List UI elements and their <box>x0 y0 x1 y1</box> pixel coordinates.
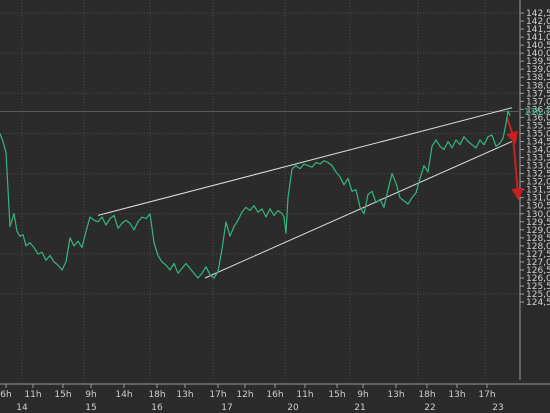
chart-background <box>0 0 550 413</box>
x-day-label: 15 <box>85 403 96 413</box>
x-tick-label: 11h <box>24 390 41 400</box>
x-tick-label: 9h <box>357 390 368 400</box>
x-tick-label: 17h <box>209 390 226 400</box>
x-day-label: 17 <box>221 403 232 413</box>
x-day-label: 16 <box>151 403 163 413</box>
x-tick-label: 6h <box>0 390 11 400</box>
last-value-label: 136,37 <box>524 107 550 117</box>
x-tick-label: 9h <box>85 390 96 400</box>
x-tick-label: 18h <box>148 390 165 400</box>
x-tick-label: 15h <box>54 390 71 400</box>
x-tick-label: 15h <box>328 390 345 400</box>
x-tick-label: 12h <box>236 390 253 400</box>
x-tick-label: 14h <box>115 390 132 400</box>
x-tick-label: 13h <box>176 390 193 400</box>
x-day-label: 22 <box>424 403 435 413</box>
x-day-label: 14 <box>16 403 28 413</box>
x-tick-label: 13h <box>387 390 404 400</box>
x-tick-label: 13h <box>448 390 465 400</box>
x-tick-label: 11h <box>296 390 313 400</box>
x-tick-label: 16h <box>266 390 283 400</box>
x-tick-label: 17h <box>478 390 495 400</box>
x-day-label: 20 <box>287 403 299 413</box>
x-day-label: 21 <box>354 403 365 413</box>
y-tick-label: 124,5 <box>526 298 550 308</box>
price-chart: 142,5142,0141,5141,0140,5140,0139,5139,0… <box>0 0 550 413</box>
x-day-label: 23 <box>492 403 503 413</box>
x-tick-label: 18h <box>418 390 435 400</box>
